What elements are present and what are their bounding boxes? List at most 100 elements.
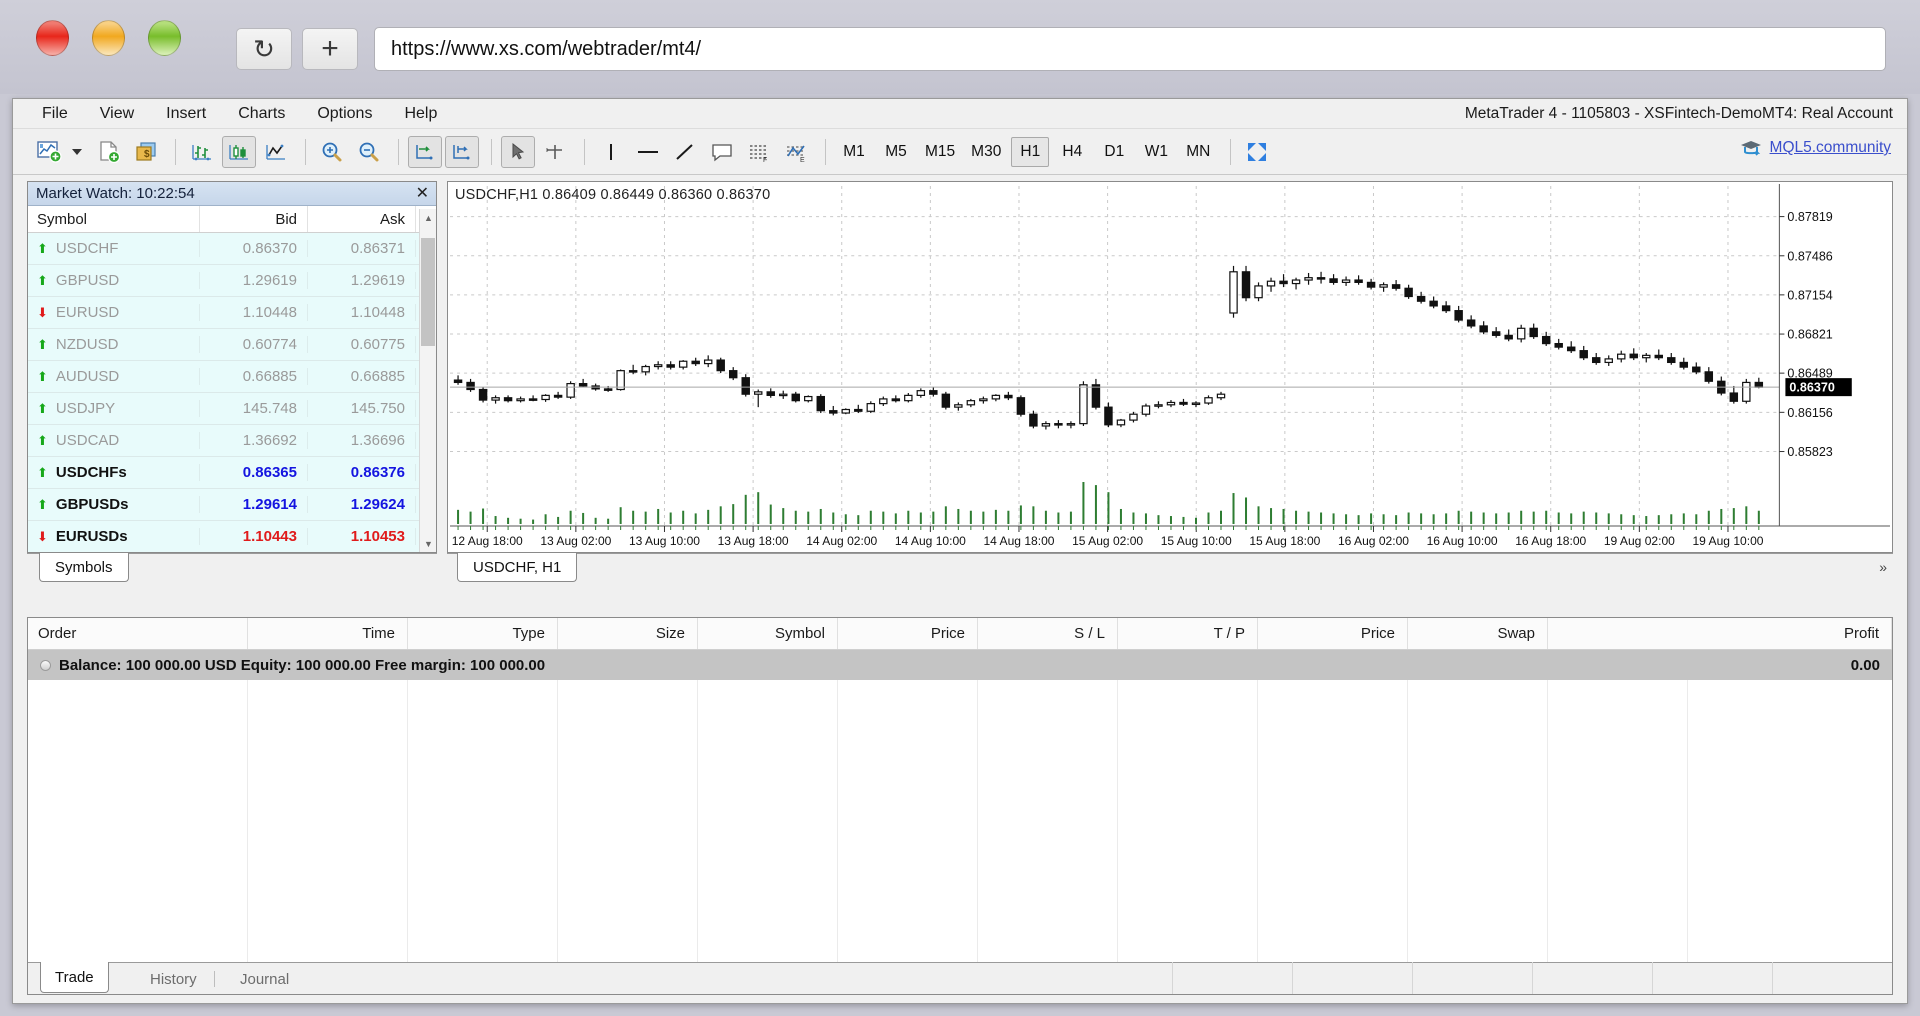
plus-icon[interactable]: + (302, 28, 358, 70)
scrollbar-thumb[interactable] (421, 238, 435, 346)
terminal-tabbar: Trade History Journal (28, 962, 1892, 994)
chart-ohlc-header: USDCHF,H1 0.86409 0.86449 0.86360 0.8637… (455, 187, 771, 203)
timeframe-mn[interactable]: MN (1179, 137, 1217, 167)
terminal-column-price[interactable]: Price (838, 618, 978, 649)
symbol-name: USDCHF (55, 240, 119, 257)
terminal-column-price[interactable]: Price (1258, 618, 1408, 649)
market-watch-row[interactable]: ⬆ AUDUSD 0.66885 0.66885 (28, 361, 436, 393)
market-watch-row[interactable]: ⬆ USDCHF 0.86370 0.86371 (28, 233, 436, 265)
chevron-down-icon[interactable] (72, 148, 82, 155)
tab-usdchf-h1[interactable]: USDCHF, H1 (457, 553, 578, 582)
svg-text:15 Aug 10:00: 15 Aug 10:00 (1161, 534, 1232, 548)
candlestick-chart-icon[interactable] (222, 135, 256, 168)
ask-cell: 1.36696 (308, 432, 416, 449)
indicators-icon[interactable]: E (779, 136, 813, 168)
terminal-column-swap[interactable]: Swap (1408, 618, 1548, 649)
new-order-icon[interactable] (92, 136, 126, 168)
timeframe-w1[interactable]: W1 (1137, 137, 1175, 167)
mql5-community-link[interactable]: MQL5.community (1770, 139, 1891, 157)
column-header-symbol[interactable]: Symbol (28, 206, 200, 232)
mql5-community-link-wrap[interactable]: MQL5.community (1739, 138, 1891, 158)
menu-options[interactable]: Options (314, 103, 375, 125)
chart-shift-icon[interactable] (445, 135, 479, 168)
tab-journal[interactable]: Journal (226, 964, 303, 994)
bid-cell: 0.60774 (200, 336, 308, 353)
crosshair-icon[interactable] (538, 136, 572, 168)
symbol-cell: ⬆ GBPUSDs (28, 496, 200, 513)
symbol-name: EURUSD (55, 304, 120, 321)
svg-text:0.85823: 0.85823 (1787, 445, 1832, 459)
accounts-icon[interactable]: $ (129, 136, 163, 168)
market-watch-row[interactable]: ⬆ USDJPY 145.748 145.750 (28, 393, 436, 425)
terminal-column-t-p[interactable]: T / P (1118, 618, 1258, 649)
market-watch-row[interactable]: ⬆ GBPUSDs 1.29614 1.29624 (28, 489, 436, 521)
terminal-column-size[interactable]: Size (558, 618, 698, 649)
terminal-column-time[interactable]: Time (248, 618, 408, 649)
arrow-down-icon: ⬇ (37, 529, 48, 544)
fibonacci-icon[interactable]: F (742, 136, 776, 168)
column-header-ask[interactable]: Ask (308, 206, 416, 232)
vertical-line-icon[interactable] (594, 136, 628, 168)
auto-scroll-icon[interactable] (408, 135, 442, 168)
tab-symbols[interactable]: Symbols (39, 553, 129, 582)
market-watch-scrollbar[interactable]: ▲ ▼ (419, 209, 436, 552)
bid-cell: 1.29614 (200, 496, 308, 513)
close-icon[interactable]: ✕ (416, 184, 429, 204)
fullscreen-icon[interactable] (1240, 136, 1274, 168)
chart-panel[interactable]: USDCHF,H1 0.86409 0.86449 0.86360 0.8637… (447, 181, 1893, 553)
market-watch-row[interactable]: ⬇ EURUSDs 1.10443 1.10453 (28, 521, 436, 552)
new-chart-icon[interactable] (33, 136, 67, 168)
account-summary-row[interactable]: Balance: 100 000.00 USD Equity: 100 000.… (28, 650, 1892, 680)
trendline-icon[interactable] (668, 136, 702, 168)
timeframe-m15[interactable]: M15 (919, 137, 961, 167)
timeframe-h1[interactable]: H1 (1011, 136, 1050, 167)
terminal-orders-area[interactable] (28, 680, 1892, 962)
timeframe-h4[interactable]: H4 (1053, 137, 1091, 167)
price-chart[interactable]: 0.878190.874860.871540.868210.864890.861… (448, 182, 1892, 552)
symbol-cell: ⬆ USDCHFs (28, 464, 200, 481)
terminal-column-profit[interactable]: Profit (1548, 618, 1892, 649)
market-watch-row[interactable]: ⬆ USDCHFs 0.86365 0.86376 (28, 457, 436, 489)
market-watch-row[interactable]: ⬇ EURUSD 1.10448 1.10448 (28, 297, 436, 329)
window-controls (36, 20, 181, 56)
chevron-right-icon[interactable]: » (1879, 559, 1887, 575)
terminal-column-order[interactable]: Order (28, 618, 248, 649)
reload-icon[interactable]: ↻ (236, 28, 292, 70)
zoom-out-icon[interactable] (352, 136, 386, 168)
scroll-down-icon[interactable]: ▼ (420, 535, 437, 552)
cursor-icon[interactable] (501, 135, 535, 168)
timeframe-m5[interactable]: M5 (877, 137, 915, 167)
url-input[interactable]: https://www.xs.com/webtrader/mt4/ (374, 27, 1886, 71)
minimize-window-button[interactable] (92, 20, 125, 56)
close-window-button[interactable] (36, 20, 69, 56)
expand-icon[interactable] (40, 659, 51, 671)
market-watch-row[interactable]: ⬆ GBPUSD 1.29619 1.29619 (28, 265, 436, 297)
column-header-bid[interactable]: Bid (200, 206, 308, 232)
timeframe-m1[interactable]: M1 (835, 137, 873, 167)
maximize-window-button[interactable] (148, 20, 181, 56)
menu-insert[interactable]: Insert (163, 103, 209, 125)
menu-help[interactable]: Help (401, 103, 440, 125)
horizontal-line-icon[interactable] (631, 136, 665, 168)
symbol-name: GBPUSDs (55, 496, 129, 513)
bar-chart-icon[interactable] (185, 136, 219, 168)
tab-history[interactable]: History (136, 964, 211, 994)
menu-file[interactable]: File (39, 103, 71, 125)
line-chart-icon[interactable] (259, 136, 293, 168)
tab-trade[interactable]: Trade (40, 962, 109, 993)
scroll-up-icon[interactable]: ▲ (420, 209, 437, 226)
terminal-column-type[interactable]: Type (408, 618, 558, 649)
timeframe-d1[interactable]: D1 (1095, 137, 1133, 167)
market-watch-row[interactable]: ⬆ USDCAD 1.36692 1.36696 (28, 425, 436, 457)
svg-text:19 Aug 10:00: 19 Aug 10:00 (1692, 534, 1763, 548)
terminal-column-symbol[interactable]: Symbol (698, 618, 838, 649)
zoom-in-icon[interactable] (315, 136, 349, 168)
arrow-up-icon: ⬆ (37, 497, 48, 512)
arrow-down-icon: ⬇ (37, 305, 48, 320)
menu-view[interactable]: View (97, 103, 137, 125)
menu-charts[interactable]: Charts (235, 103, 288, 125)
text-label-icon[interactable] (705, 136, 739, 168)
terminal-column-s-l[interactable]: S / L (978, 618, 1118, 649)
timeframe-m30[interactable]: M30 (965, 137, 1007, 167)
market-watch-row[interactable]: ⬆ NZDUSD 0.60774 0.60775 (28, 329, 436, 361)
